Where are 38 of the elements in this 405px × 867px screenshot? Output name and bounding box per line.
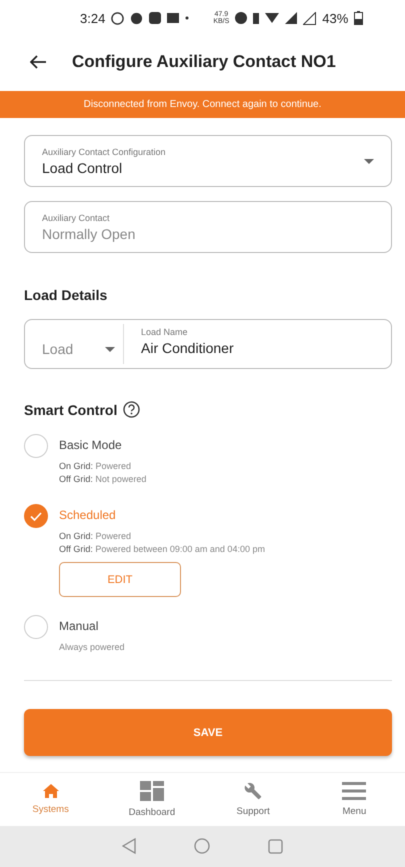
option-label: Scheduled xyxy=(59,508,117,522)
section-heading: Load Details xyxy=(24,287,108,304)
clock-time: 3:24 xyxy=(80,10,106,26)
radio-button[interactable] xyxy=(24,434,48,458)
option-description: Always powered xyxy=(59,641,125,654)
field-label: Auxiliary Contact Configuration xyxy=(42,146,166,157)
recents-icon[interactable] xyxy=(268,838,283,854)
wrench-icon xyxy=(244,782,262,800)
radio-button[interactable] xyxy=(24,504,48,528)
battery-percentage: 43% xyxy=(322,10,348,26)
section-heading: Smart Control xyxy=(24,402,118,418)
field-value: Normally Open xyxy=(42,226,136,242)
dashboard-icon xyxy=(140,780,164,801)
signal-icon xyxy=(303,12,316,25)
option-label: Basic Mode xyxy=(59,438,123,452)
wifi-icon xyxy=(265,13,280,24)
battery-icon xyxy=(354,11,364,26)
help-icon[interactable] xyxy=(123,401,140,418)
back-arrow-icon[interactable] xyxy=(30,55,46,70)
disconnected-banner: Disconnected from Envoy. Connect again to continue. xyxy=(0,91,405,118)
signal-icon xyxy=(285,12,298,24)
option-description: Off Grid: Not powered xyxy=(59,473,146,486)
menu-icon xyxy=(342,782,366,800)
option-description: On Grid: Powered xyxy=(59,530,132,544)
home-icon xyxy=(42,784,59,798)
option-description: On Grid: Powered xyxy=(59,460,132,474)
page-title: Configure Auxiliary Contact NO1 xyxy=(72,52,336,72)
back-icon[interactable] xyxy=(122,838,136,854)
option-description: Off Grid: Powered between 09:00 am and 04:00 pm xyxy=(59,543,265,556)
configuration-dropdown[interactable]: Auxiliary Contact Configuration Load Control xyxy=(24,135,392,188)
field-value: Load Control xyxy=(42,160,124,176)
radio-button[interactable] xyxy=(24,615,48,640)
dot-icon xyxy=(185,16,190,20)
option-label: Manual xyxy=(59,619,100,634)
dropdown-caret-icon xyxy=(364,158,374,164)
field-label: Auxiliary Contact xyxy=(42,212,111,223)
home-icon[interactable] xyxy=(194,838,210,854)
check-icon xyxy=(30,512,42,521)
